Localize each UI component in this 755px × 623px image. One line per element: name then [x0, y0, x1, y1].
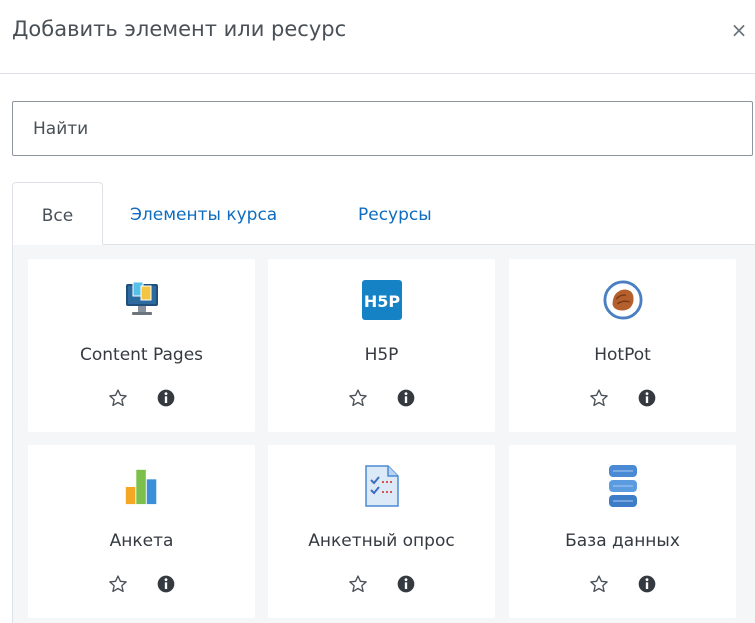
tab-all[interactable]: Все	[12, 182, 103, 245]
card-actions	[509, 573, 736, 597]
info-icon[interactable]	[155, 387, 177, 409]
star-icon[interactable]	[347, 387, 369, 409]
info-icon[interactable]	[395, 573, 417, 595]
tabs: Все Элементы курса Ресурсы	[12, 182, 755, 245]
search-input[interactable]	[12, 101, 753, 156]
module-card-content-pages[interactable]: Content Pages	[28, 259, 255, 432]
card-actions	[268, 573, 495, 597]
checklist-icon	[362, 463, 402, 509]
star-icon[interactable]	[588, 573, 610, 595]
tab-resources[interactable]: Ресурсы	[358, 182, 432, 245]
module-label: Content Pages	[79, 345, 204, 365]
close-icon: ×	[730, 18, 748, 42]
module-label: HotPot	[594, 345, 651, 365]
info-icon[interactable]	[636, 573, 658, 595]
star-icon[interactable]	[107, 573, 129, 595]
card-actions	[28, 573, 255, 597]
database-icon	[603, 463, 643, 509]
module-label: H5P	[364, 345, 399, 365]
module-card-hotpot[interactable]: HotPot	[509, 259, 736, 432]
card-actions	[509, 387, 736, 411]
info-icon[interactable]	[155, 573, 177, 595]
module-grid: Content Pages H5P H5P HotPot Анкета Анке…	[12, 245, 755, 623]
card-actions	[28, 387, 255, 411]
star-icon[interactable]	[107, 387, 129, 409]
module-label: База данных	[565, 531, 680, 551]
modal-title: Добавить элемент или ресурс	[12, 17, 347, 41]
card-actions	[268, 387, 495, 411]
h5p-icon: H5P	[361, 277, 402, 323]
star-icon[interactable]	[588, 387, 610, 409]
module-label: Анкетный опрос	[308, 531, 455, 551]
info-icon[interactable]	[636, 387, 658, 409]
star-icon[interactable]	[347, 573, 369, 595]
monitor-icon	[122, 277, 162, 323]
module-card-baza-dannyh[interactable]: База данных	[509, 445, 736, 618]
svg-text:H5P: H5P	[363, 292, 400, 311]
bar-chart-icon	[122, 463, 162, 509]
hotpot-icon	[602, 277, 643, 323]
module-label: Анкета	[109, 531, 174, 551]
tab-activities[interactable]: Элементы курса	[130, 182, 277, 245]
close-button[interactable]: ×	[727, 18, 751, 42]
info-icon[interactable]	[395, 387, 417, 409]
modal-header: Добавить элемент или ресурс ×	[0, 0, 755, 74]
module-card-anketa[interactable]: Анкета	[28, 445, 255, 618]
module-card-anketnyi-opros[interactable]: Анкетный опрос	[268, 445, 495, 618]
module-card-h5p[interactable]: H5P H5P	[268, 259, 495, 432]
